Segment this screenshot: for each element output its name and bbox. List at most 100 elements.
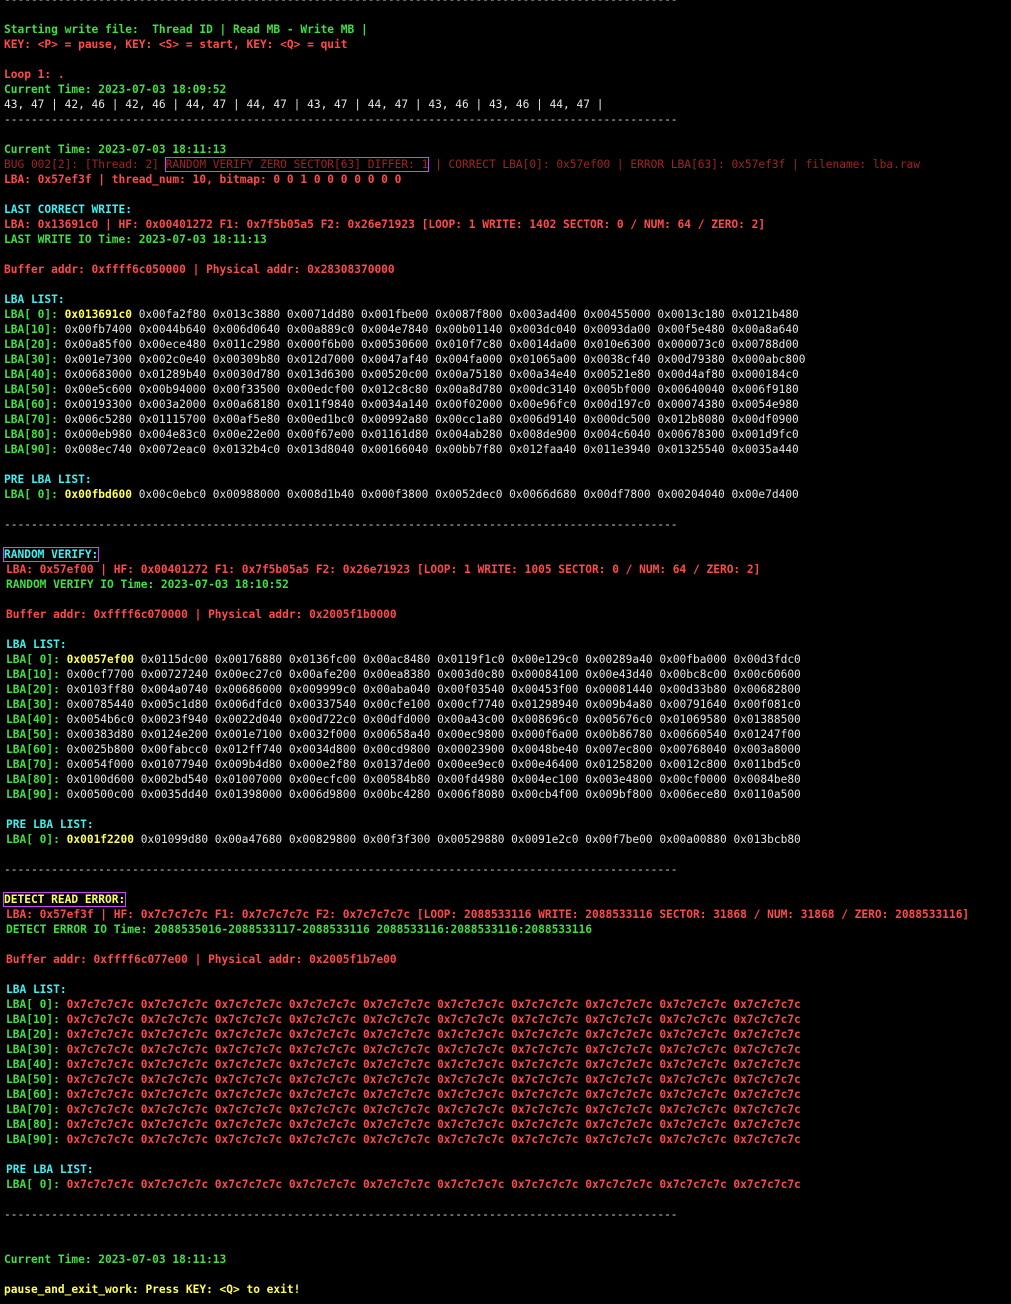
lba-row-label: LBA[90]:: [4, 443, 65, 456]
lba-row: LBA[90]: 0x008ec740 0x0072eac0 0x0132b4c…: [4, 442, 1011, 457]
loop-stats: 43, 47 | 42, 46 | 42, 46 | 44, 47 | 44, …: [4, 98, 604, 111]
detect-info: LBA: 0x57ef3f | HF: 0x7c7c7c7c F1: 0x7c7…: [6, 908, 970, 921]
lba-row-label: LBA[10]:: [6, 1013, 67, 1026]
lba-row-first: 0x0057ef00: [66, 653, 134, 666]
lba-row-values: 0x0054b6c0 0x0023f940 0x0022d040 0x00d72…: [66, 713, 801, 726]
bug-prefix: BUG 002[2]: [Thread: 2]: [4, 158, 166, 171]
random-verify-io-time: RANDOM VERIFY IO Time: 2023-07-03 18:10:…: [6, 578, 289, 591]
lba-row: LBA[ 0]: 0x00fbd600 0x00c0ebc0 0x0098800…: [4, 487, 1011, 502]
lba-row-values: 0x00cf7700 0x00727240 0x00ec27c0 0x00afe…: [66, 668, 801, 681]
lba-row-values: 0x0054f000 0x01077940 0x009b4d80 0x000e2…: [66, 758, 801, 771]
lba-row-label: LBA[60]:: [6, 743, 67, 756]
bug-lba: LBA: 0x57ef3f | thread_num: 10, bitmap: …: [4, 173, 402, 186]
lba-row-values: 0x7c7c7c7c 0x7c7c7c7c 0x7c7c7c7c 0x7c7c7…: [66, 1178, 801, 1191]
separator-line: ----------------------------------------…: [4, 863, 678, 876]
lba-row-label: LBA[60]:: [6, 1088, 67, 1101]
pre-lba-list-title: PRE LBA LIST:: [6, 1163, 94, 1176]
exit-prompt: pause_and_exit_work: Press KEY: <Q> to e…: [4, 1283, 301, 1296]
lba-row-values: 0x7c7c7c7c 0x7c7c7c7c 0x7c7c7c7c 0x7c7c7…: [66, 998, 801, 1011]
lba-row: LBA[ 0]: 0x7c7c7c7c 0x7c7c7c7c 0x7c7c7c7…: [6, 997, 1011, 1012]
lba-row-label: LBA[ 0]:: [6, 1178, 67, 1191]
lba-row-values: 0x0100d600 0x002bd540 0x01007000 0x00ecf…: [66, 773, 801, 786]
last-correct-info: LBA: 0x13691c0 | HF: 0x00401272 F1: 0x7f…: [4, 218, 766, 231]
lba-row-label: LBA[30]:: [6, 698, 67, 711]
lba-row-values: 0x00a85f00 0x00ece480 0x011c2980 0x000f6…: [64, 338, 799, 351]
bug-boxed-text: RANDOM VERIFY ZERO SECTOR[63] DIFFER: 1: [164, 157, 430, 172]
lba-row: LBA[50]: 0x00e5c600 0x00b94000 0x00f3350…: [4, 382, 1011, 397]
lba-row-values: 0x006c5280 0x01115700 0x00af5e80 0x00ed1…: [64, 413, 799, 426]
detect-buffer: Buffer addr: 0xffff6c077e00 | Physical a…: [6, 953, 397, 966]
lba-row-values: 0x7c7c7c7c 0x7c7c7c7c 0x7c7c7c7c 0x7c7c7…: [66, 1058, 801, 1071]
lba-row-label: LBA[ 0]:: [6, 833, 67, 846]
lba-row: LBA[50]: 0x00383d80 0x0124e200 0x001e710…: [6, 727, 1011, 742]
lba-row-label: LBA[70]:: [6, 758, 67, 771]
lba-row-label: LBA[80]:: [6, 1118, 67, 1131]
separator-line: ----------------------------------------…: [4, 518, 678, 531]
loop-label: Loop 1: .: [4, 68, 65, 81]
last-correct-io-time: LAST WRITE IO Time: 2023-07-03 18:11:13: [4, 233, 267, 246]
lba-row-values: 0x00500c00 0x0035dd40 0x01398000 0x006d9…: [66, 788, 801, 801]
lba-row-label: LBA[40]:: [4, 368, 65, 381]
lba-list-title: LBA LIST:: [6, 638, 67, 651]
last-correct-buffer: Buffer addr: 0xffff6c050000 | Physical a…: [4, 263, 395, 276]
lba-row: LBA[ 0]: 0x013691c0 0x00fa2f80 0x013c388…: [4, 307, 1011, 322]
lba-row: LBA[10]: 0x7c7c7c7c 0x7c7c7c7c 0x7c7c7c7…: [6, 1012, 1011, 1027]
lba-row-values: 0x00c0ebc0 0x00988000 0x008d1b40 0x000f3…: [131, 488, 799, 501]
lba-row: LBA[60]: 0x00193300 0x003a2000 0x00a6818…: [4, 397, 1011, 412]
terminal-output: ----------------------------------------…: [2, 0, 1011, 1297]
lba-row-label: LBA[60]:: [4, 398, 65, 411]
lba-row: LBA[40]: 0x0054b6c0 0x0023f940 0x0022d04…: [6, 712, 1011, 727]
lba-row-values: 0x7c7c7c7c 0x7c7c7c7c 0x7c7c7c7c 0x7c7c7…: [66, 1073, 801, 1086]
random-verify-title: RANDOM VERIFY:: [2, 547, 1011, 562]
lba-row-label: LBA[20]:: [6, 1028, 67, 1041]
lba-row: LBA[80]: 0x000eb980 0x004e83c0 0x00e22e0…: [4, 427, 1011, 442]
lba-row-label: LBA[70]:: [6, 1103, 67, 1116]
lba-list-title: LBA LIST:: [6, 983, 67, 996]
lba-row: LBA[90]: 0x7c7c7c7c 0x7c7c7c7c 0x7c7c7c7…: [6, 1132, 1011, 1147]
lba-row-values: 0x7c7c7c7c 0x7c7c7c7c 0x7c7c7c7c 0x7c7c7…: [66, 1103, 801, 1116]
lba-row-first: 0x00fbd600: [64, 488, 132, 501]
lba-row-label: LBA[ 0]:: [4, 308, 65, 321]
detect-title: DETECT READ ERROR:: [2, 892, 1011, 907]
lba-row-values: 0x0103ff80 0x004a0740 0x00686000 0x00999…: [66, 683, 801, 696]
lba-row: LBA[40]: 0x7c7c7c7c 0x7c7c7c7c 0x7c7c7c7…: [6, 1057, 1011, 1072]
lba-row-values: 0x7c7c7c7c 0x7c7c7c7c 0x7c7c7c7c 0x7c7c7…: [66, 1028, 801, 1041]
lba-row: LBA[70]: 0x006c5280 0x01115700 0x00af5e8…: [4, 412, 1011, 427]
lba-list: LBA[ 0]: 0x0057ef00 0x0115dc00 0x0017688…: [4, 652, 1011, 802]
lba-row-values: 0x7c7c7c7c 0x7c7c7c7c 0x7c7c7c7c 0x7c7c7…: [66, 1088, 801, 1101]
lba-row-values: 0x01099d80 0x00a47680 0x00829800 0x00f3f…: [133, 833, 801, 846]
lba-row: LBA[20]: 0x7c7c7c7c 0x7c7c7c7c 0x7c7c7c7…: [6, 1027, 1011, 1042]
lba-row: LBA[70]: 0x0054f000 0x01077940 0x009b4d8…: [6, 757, 1011, 772]
lba-row-label: LBA[30]:: [6, 1043, 67, 1056]
lba-row-label: LBA[80]:: [4, 428, 65, 441]
lba-row: LBA[ 0]: 0x7c7c7c7c 0x7c7c7c7c 0x7c7c7c7…: [6, 1177, 1011, 1192]
pre-lba-list-title: PRE LBA LIST:: [6, 818, 94, 831]
lba-row-values: 0x00fb7400 0x0044b640 0x006d0640 0x00a88…: [64, 323, 799, 336]
separator-line: ----------------------------------------…: [4, 1208, 678, 1221]
lba-row: LBA[30]: 0x00785440 0x005c1d80 0x006dfdc…: [6, 697, 1011, 712]
detect-io-time: DETECT ERROR IO Time: 2088535016-2088533…: [6, 923, 592, 936]
lba-row-values: 0x7c7c7c7c 0x7c7c7c7c 0x7c7c7c7c 0x7c7c7…: [66, 1118, 801, 1131]
lba-row: LBA[80]: 0x7c7c7c7c 0x7c7c7c7c 0x7c7c7c7…: [6, 1117, 1011, 1132]
lba-row: LBA[80]: 0x0100d600 0x002bd540 0x0100700…: [6, 772, 1011, 787]
pre-lba-list-title: PRE LBA LIST:: [4, 473, 92, 486]
last-correct-title: LAST CORRECT WRITE:: [4, 203, 132, 216]
lba-row-values: 0x0115dc00 0x00176880 0x0136fc00 0x00ac8…: [133, 653, 801, 666]
bug-suffix: | CORRECT LBA[0]: 0x57ef00 | ERROR LBA[6…: [428, 158, 921, 171]
lba-row-label: LBA[10]:: [4, 323, 65, 336]
footer-time: Current Time: 2023-07-03 18:11:13: [4, 1253, 227, 1266]
lba-row: LBA[ 0]: 0x0057ef00 0x0115dc00 0x0017688…: [6, 652, 1011, 667]
loop-time: Current Time: 2023-07-03 18:09:52: [4, 83, 227, 96]
lba-list: LBA[ 0]: 0x7c7c7c7c 0x7c7c7c7c 0x7c7c7c7…: [4, 997, 1011, 1147]
lba-row-label: LBA[50]:: [4, 383, 65, 396]
lba-row-label: LBA[20]:: [6, 683, 67, 696]
lba-row: LBA[60]: 0x0025b800 0x00fabcc0 0x012ff74…: [6, 742, 1011, 757]
keys-line: KEY: <P> = pause, KEY: <S> = start, KEY:…: [4, 38, 348, 51]
lba-row: LBA[50]: 0x7c7c7c7c 0x7c7c7c7c 0x7c7c7c7…: [6, 1072, 1011, 1087]
lba-list-title: LBA LIST:: [4, 293, 65, 306]
bug-time: Current Time: 2023-07-03 18:11:13: [4, 143, 227, 156]
lba-row-first: 0x013691c0: [64, 308, 132, 321]
lba-list: LBA[ 0]: 0x013691c0 0x00fa2f80 0x013c388…: [4, 307, 1011, 457]
separator-line: ----------------------------------------…: [4, 113, 678, 126]
random-verify-info: LBA: 0x57ef00 | HF: 0x00401272 F1: 0x7f5…: [6, 563, 761, 576]
